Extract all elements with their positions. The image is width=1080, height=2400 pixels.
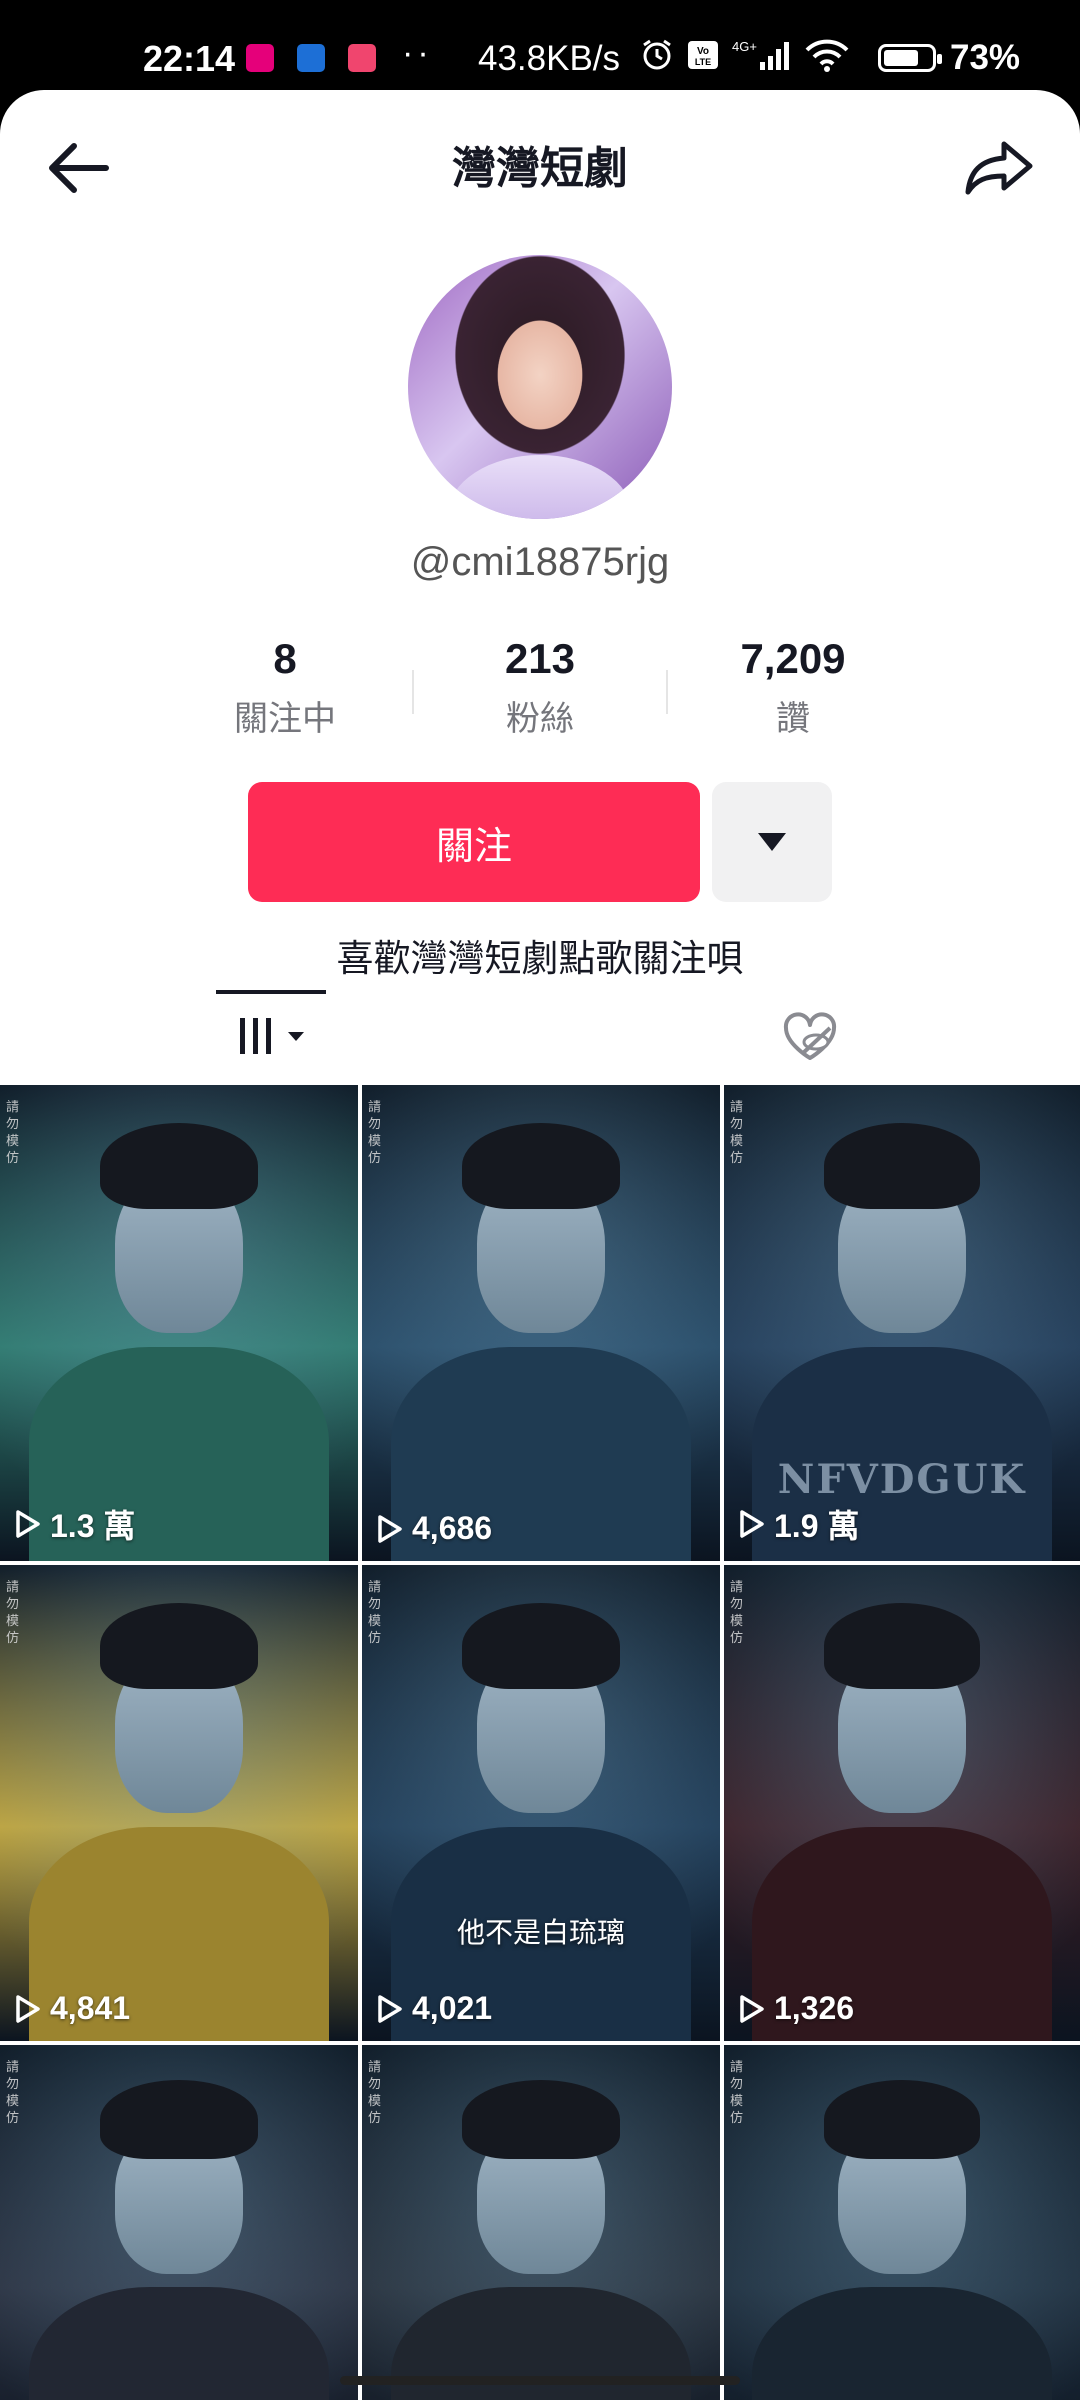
grid-columns-icon [240,1018,304,1054]
thumbnail-watermark: 請勿模仿 [368,1100,382,1166]
play-count: 4,021 [376,1990,492,2027]
thumbnail-shirt-text: NFVDGUK [777,1456,1027,1504]
video-grid: 請勿模仿 1.3 萬請勿模仿 4,686 NFVDGUK 請勿模仿 1.9 萬請勿模仿 4,… [0,1085,1080,2400]
svg-text:LTE: LTE [695,57,711,67]
likes-label: 讚 [776,699,810,739]
share-icon [965,141,1033,195]
wifi-icon [805,39,849,72]
thumbnail-watermark: 請勿模仿 [6,1580,20,1646]
play-count-text: 4,686 [412,1510,493,1546]
video-thumbnail[interactable]: 請勿模仿 1.3 萬 [0,1085,358,1561]
thumbnail-watermark: 請勿模仿 [730,1580,744,1646]
thumbnail-figure-hair [100,2080,258,2160]
video-thumbnail[interactable]: 請勿模仿 [0,2045,358,2400]
video-thumbnail[interactable]: 請勿模仿他不是白琉璃 4,021 [362,1565,720,2041]
battery-fill [884,50,918,66]
thumbnail-watermark: 請勿模仿 [368,1580,382,1646]
tab-videos[interactable] [216,990,326,1080]
signal-icon: 4G+ [732,39,789,70]
thumbnail-figure-hair [462,1123,620,1209]
stat-following[interactable]: 8 關注中 [165,635,405,740]
status-bar: 22:14 ·· 43.8KB/s Vo LTE 4G+ 73% [0,0,1080,90]
play-count: 1.9 萬 [738,1501,859,1547]
profile-avatar[interactable] [408,255,672,519]
play-count-text: 1.9 萬 [774,1508,860,1544]
network-speed: 43.8KB/s [478,39,621,78]
volte-icon: VoLTE [688,41,718,69]
thumbnail-watermark: 請勿模仿 [730,1100,744,1166]
stat-followers[interactable]: 213 粉絲 [420,635,660,740]
caret-down-icon [758,833,786,851]
play-icon [16,1510,40,1538]
page-title: 灣灣短劇 [452,143,628,194]
thumbnail-watermark: 請勿模仿 [6,2060,20,2126]
thumbnail-figure-hair [462,1603,620,1689]
thumbnail-figure-hair [823,1123,981,1209]
video-thumbnail[interactable]: NFVDGUK 請勿模仿 1.9 萬 [724,1085,1080,1561]
thumbnail-watermark: 請勿模仿 [6,1100,20,1166]
following-label: 關注中 [234,699,336,739]
play-count-text: 4,841 [50,1990,131,2026]
momo-app-icon [246,44,274,72]
username: @cmi18875rjg [410,540,670,584]
alarm-icon [643,39,671,70]
play-count-text: 4,021 [412,1990,493,2026]
thumbnail-watermark: 請勿模仿 [368,2060,382,2126]
thumbnail-figure-body [28,2287,330,2400]
video-thumbnail[interactable]: 請勿模仿 4,686 [362,1085,720,1561]
play-icon [740,1510,764,1538]
video-thumbnail[interactable]: 請勿模仿 4,841 [0,1565,358,2041]
thumbnail-figure-hair [823,2080,981,2160]
profile-page: 灣灣短劇 @cmi18875rjg 8 關注中 213 粉絲 7,209 讚 關… [0,90,1080,2400]
video-thumbnail[interactable]: 請勿模仿 [362,2045,720,2400]
hidden-heart-icon [783,1012,837,1060]
play-icon [740,1994,764,2023]
profile-bio: 喜歡灣灣短劇點歌關注唄 [336,937,744,980]
play-icon [378,1514,402,1543]
suggested-accounts-button[interactable] [712,782,832,902]
play-icon [16,1994,40,2023]
play-count: 4,841 [14,1990,130,2027]
profile-tabs [0,990,1080,1080]
thumbnail-watermark: 請勿模仿 [730,2060,744,2126]
blue-app-icon [297,44,325,72]
thumbnail-figure-body [752,2287,1052,2400]
following-count: 8 [273,635,297,682]
video-thumbnail[interactable]: 請勿模仿 1,326 [724,1565,1080,2041]
followers-label: 粉絲 [506,699,574,739]
more-notifications-icon: ·· [402,34,433,72]
svg-text:4G+: 4G+ [732,39,757,54]
thumbnail-figure-hair [100,1603,258,1689]
battery-icon [878,44,942,72]
status-icons: Vo LTE 4G+ [640,38,850,72]
thumbnail-figure-hair [462,2080,620,2160]
share-button[interactable] [960,130,1040,210]
thumbnail-figure-hair [823,1603,981,1689]
video-thumbnail[interactable]: NFVDGUK請勿模仿 [724,2045,1080,2400]
tab-liked[interactable] [780,1008,840,1068]
play-count: 1.3 萬 [14,1501,135,1547]
home-indicator[interactable] [340,2376,740,2385]
battery-percent: 73% [950,38,1021,77]
stat-likes[interactable]: 7,209 讚 [673,635,913,740]
stat-divider [666,670,668,714]
play-icon [378,1994,402,2023]
play-count-text: 1.3 萬 [50,1508,136,1544]
thumbnail-caption: 他不是白琉璃 [456,1916,625,1949]
follow-button[interactable]: 關注 [248,782,700,902]
play-count: 1,326 [738,1990,854,2027]
status-time: 22:14 [143,38,236,79]
top-bar: 灣灣短劇 [0,90,1080,240]
tab-active-indicator [216,990,326,994]
play-count-text: 1,326 [774,1990,855,2026]
avatar-dress [448,455,632,519]
pink-app-icon [348,44,376,72]
play-count: 4,686 [376,1510,492,1547]
profile-stats: 8 關注中 213 粉絲 7,209 讚 [0,635,1080,745]
svg-text:Vo: Vo [697,46,709,57]
stat-divider [412,670,414,714]
thumbnail-figure-hair [100,1123,258,1209]
followers-count: 213 [504,635,576,682]
likes-count: 7,209 [740,635,846,682]
